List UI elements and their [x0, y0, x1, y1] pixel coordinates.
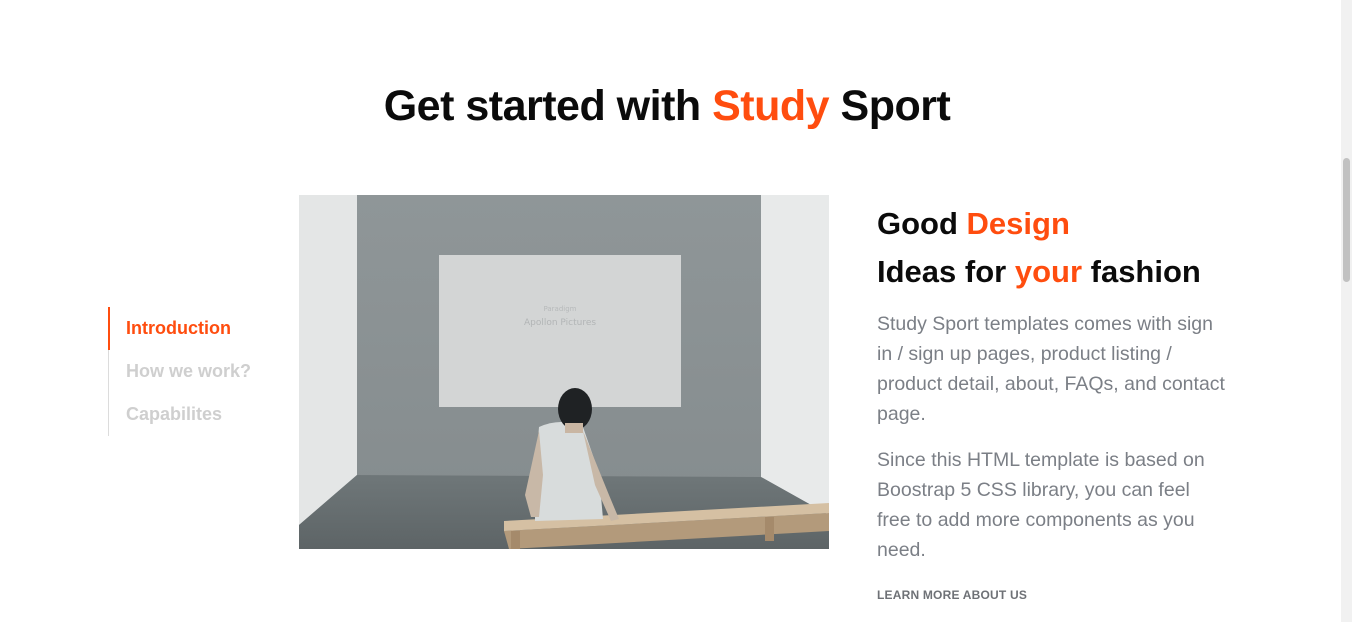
paragraph-2: Since this HTML template is based on Boo…	[877, 449, 1205, 561]
screen-text: Apollon Pictures	[524, 318, 596, 328]
tab-capabilities[interactable]: Capabilites	[109, 393, 268, 436]
paragraph-1: Study Sport templates comes with sign in…	[877, 313, 1225, 425]
content-heading: Good Design Ideas for your fashion	[877, 200, 1227, 296]
content-panel: Good Design Ideas for your fashion Study…	[877, 200, 1227, 604]
title-part1: Get started with	[383, 82, 713, 130]
scrollbar-thumb[interactable]	[1343, 158, 1350, 282]
feature-image: Paradigm Apollon Pictures	[299, 195, 829, 549]
title-accent: Study	[712, 82, 830, 130]
heading-line2-accent: your	[1014, 254, 1083, 289]
learn-more-link[interactable]: LEARN MORE ABOUT US	[877, 588, 1027, 602]
page-scrollbar[interactable]	[1341, 0, 1352, 622]
section-title: Get started with Study Sport	[0, 82, 1334, 131]
heading-line1-accent: Design	[966, 206, 1070, 241]
heading-line1-part1: Good	[877, 206, 967, 241]
heading-line2-part1: Ideas for	[877, 254, 1015, 289]
section-tabs: Introduction How we work? Capabilites	[108, 307, 268, 436]
heading-line2-part2: fashion	[1082, 254, 1201, 289]
tab-how-we-work[interactable]: How we work?	[109, 350, 268, 393]
tab-introduction[interactable]: Introduction	[108, 307, 268, 350]
screen-text-small: Paradigm	[543, 305, 576, 313]
title-part2: Sport	[829, 82, 951, 130]
